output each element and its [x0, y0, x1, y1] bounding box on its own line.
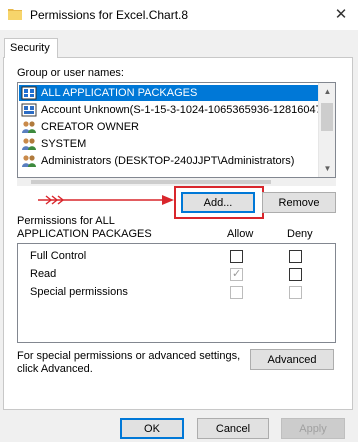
allow-column-header: Allow	[227, 228, 254, 240]
tab-security-label: Security	[10, 42, 50, 54]
users-icon	[22, 121, 36, 133]
close-button[interactable]: ✕	[324, 0, 358, 28]
permissions-table: Full Control Read ✓ Special permissions	[17, 243, 336, 343]
permission-row-read: Read ✓	[18, 266, 335, 284]
advanced-button[interactable]: Advanced	[250, 349, 334, 370]
listbox-vertical-scrollbar[interactable]: ▲ ▼	[318, 83, 335, 177]
apply-button-label: Apply	[299, 422, 327, 435]
permissions-scrollbar	[318, 244, 335, 342]
allow-checkbox-full-control[interactable]	[230, 250, 243, 263]
list-item-creator-owner[interactable]: CREATOR OWNER	[19, 119, 319, 135]
list-item-label: Administrators (DESKTOP-240JJPT\Administ…	[41, 155, 295, 167]
add-button-label: Add...	[203, 196, 233, 209]
ok-button[interactable]: OK	[120, 418, 184, 439]
advanced-button-label: Advanced	[267, 353, 317, 366]
add-button[interactable]: Add...	[181, 192, 255, 213]
list-item-label: Account Unknown(S-1-15-3-1024-1065365936…	[41, 104, 328, 116]
deny-checkbox-special[interactable]	[289, 286, 302, 299]
remove-button-label: Remove	[278, 196, 320, 209]
advanced-note-line2: click Advanced.	[17, 363, 93, 375]
close-icon: ✕	[334, 6, 348, 23]
permission-name: Special permissions	[30, 286, 128, 298]
scrollbar-thumb[interactable]	[321, 103, 333, 131]
cancel-button[interactable]: Cancel	[197, 418, 269, 439]
window-title: Permissions for Excel.Chart.8	[30, 8, 189, 22]
listbox-horizontal-scrollbar[interactable]	[17, 178, 336, 186]
scroll-up-icon[interactable]: ▲	[319, 83, 335, 100]
package-icon	[21, 86, 37, 100]
deny-checkbox-read[interactable]	[289, 268, 302, 281]
permission-name: Read	[30, 268, 57, 280]
ok-button-label: OK	[144, 422, 160, 435]
list-item-label: CREATOR OWNER	[41, 121, 139, 133]
users-icon	[22, 138, 36, 150]
list-item-account-unknown[interactable]: Account Unknown(S-1-15-3-1024-1065365936…	[19, 102, 328, 118]
group-listbox[interactable]: ALL APPLICATION PACKAGES Account Unknown…	[17, 82, 336, 178]
permission-row-special: Special permissions	[18, 284, 335, 302]
deny-column-header: Deny	[287, 228, 313, 240]
tab-security[interactable]: Security	[4, 38, 58, 58]
permission-row-full-control: Full Control	[18, 248, 335, 266]
deny-checkbox-full-control[interactable]	[289, 250, 302, 263]
list-item-label: SYSTEM	[41, 138, 87, 150]
checkmark-icon: ✓	[232, 268, 242, 280]
allow-checkbox-special[interactable]	[230, 286, 243, 299]
list-item-all-application-packages[interactable]: ALL APPLICATION PACKAGES	[19, 85, 319, 101]
list-item-administrators[interactable]: Administrators (DESKTOP-240JJPT\Administ…	[19, 153, 319, 169]
title-bar: Permissions for Excel.Chart.8 ✕	[0, 0, 358, 30]
list-item-label: ALL APPLICATION PACKAGES	[41, 87, 198, 99]
group-label: Group or user names:	[17, 67, 124, 79]
apply-button[interactable]: Apply	[281, 418, 345, 439]
permission-name: Full Control	[30, 250, 87, 262]
permissions-header-line1: Permissions for ALL	[17, 215, 115, 227]
remove-button[interactable]: Remove	[262, 192, 336, 213]
scroll-down-icon[interactable]: ▼	[319, 160, 335, 177]
users-icon	[22, 155, 36, 167]
advanced-note-line1: For special permissions or advanced sett…	[17, 350, 241, 362]
list-item-system[interactable]: SYSTEM	[19, 136, 319, 152]
allow-checkbox-read[interactable]: ✓	[230, 268, 243, 281]
unknown-account-icon	[21, 103, 37, 117]
cancel-button-label: Cancel	[215, 422, 251, 435]
permissions-header-line2: APPLICATION PACKAGES	[17, 228, 152, 240]
arrow-annotation-icon	[38, 195, 174, 205]
folder-icon	[8, 9, 22, 20]
